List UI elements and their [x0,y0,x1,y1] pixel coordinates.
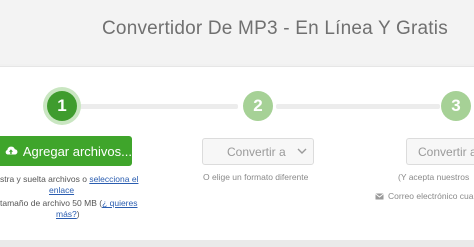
terms-text: (Y acepta nuestros [398,172,469,183]
convert-button[interactable]: Convertir al [406,138,474,165]
size-text-end: ) [76,209,80,219]
convert-button-label: Convertir al [418,144,474,159]
step-3-number: 3 [451,96,461,115]
envelope-icon [375,193,384,200]
drop-instructions-line2: enlace [49,185,74,196]
size-limit: tamaño de archivo 50 MB (¿ quieres [0,198,138,209]
step-1-number: 1 [57,96,67,115]
step-2-indicator: 2 [243,91,273,121]
convert-to-select[interactable]: Convertir a [202,138,314,165]
step-1-indicator: 1 [47,91,77,121]
terms-text-label: (Y acepta nuestros [398,172,470,182]
format-hint: O elige un formato diferente [203,172,308,183]
email-notify-label[interactable]: Correo electrónico cuan [388,191,474,202]
page-title: Convertidor De MP3 - En Línea Y Gratis [102,18,448,39]
convert-to-label: Convertir a [227,144,286,159]
progress-line-2-3 [276,104,440,109]
drop-instructions: stra y suelta archivos o selecciona el [0,174,138,185]
footer-band [0,240,474,247]
cloud-upload-icon [5,146,18,155]
progress-line-1-2 [78,104,238,109]
add-files-label: Agregar archivos... [22,143,132,159]
drop-text: stra y suelta archivos o [0,174,87,184]
header: Convertidor De MP3 - En Línea Y Gratis [0,0,474,64]
step-3-indicator: 3 [441,91,471,121]
add-files-button[interactable]: Agregar archivos... [0,136,132,166]
more-size-link-cont[interactable]: más? [56,209,77,219]
chevron-down-icon [297,148,307,154]
format-hint-text: O elige un formato diferente [203,172,309,182]
select-link[interactable]: selecciona el [89,174,138,184]
size-limit-line2: más?) [56,209,80,220]
email-notify: Correo electrónico cuan [375,191,474,202]
more-size-link[interactable]: ¿ quieres [102,198,137,208]
size-text: tamaño de archivo 50 MB ( [0,198,103,208]
select-link-cont[interactable]: enlace [49,185,74,195]
step-2-number: 2 [253,96,263,115]
